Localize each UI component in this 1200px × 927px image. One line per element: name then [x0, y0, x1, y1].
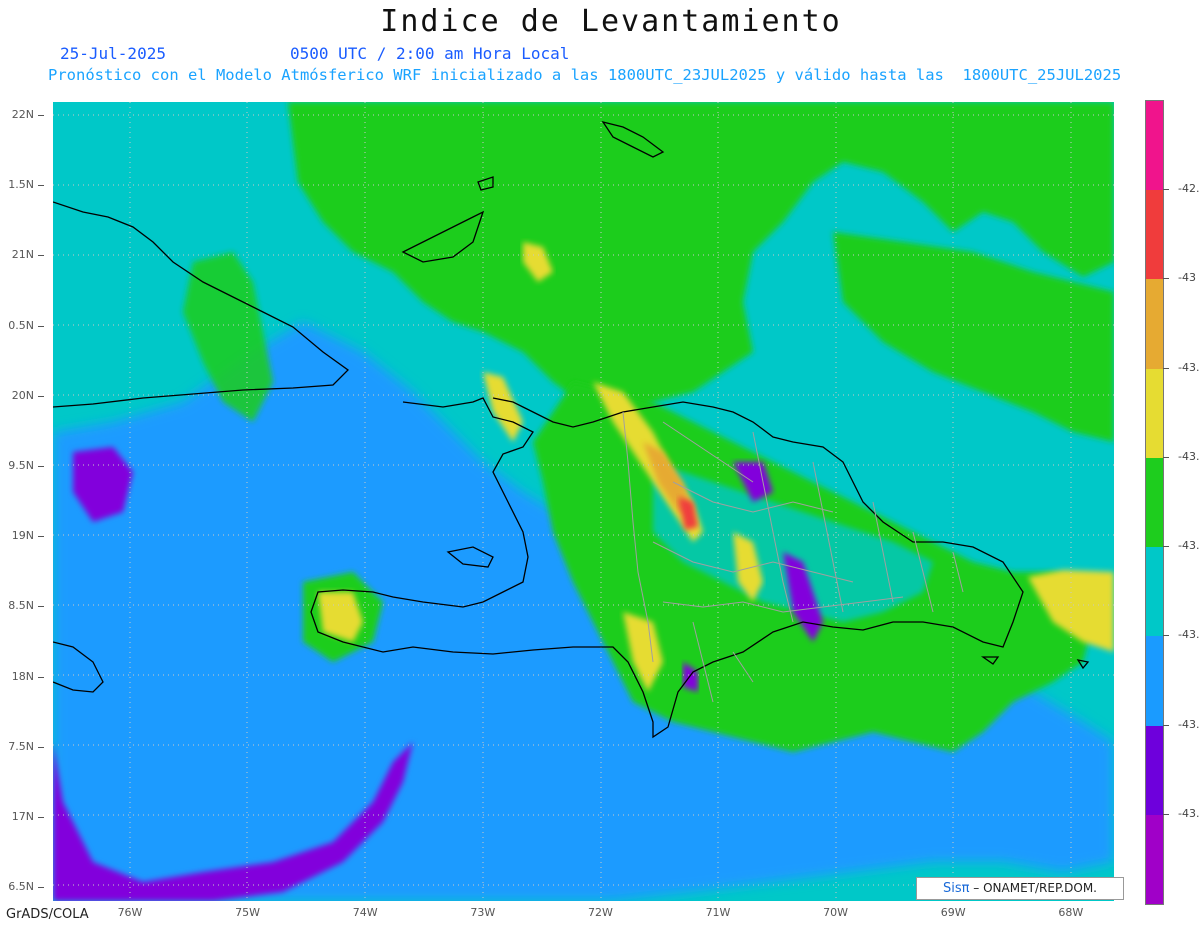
colorbar-segment: [1146, 725, 1163, 815]
colorbar-label: -43.6: [1178, 806, 1200, 820]
colorbar-label: -43.5: [1178, 717, 1200, 731]
colorbar-tick: [1163, 724, 1169, 726]
colorbar-tick: [1163, 546, 1169, 548]
colorbar-segment: [1146, 814, 1163, 904]
lat-tick: [38, 817, 44, 818]
colorbar-label: -43.1: [1178, 360, 1200, 374]
map-field-svg: [53, 102, 1114, 901]
lat-label: 7.5N: [8, 739, 34, 753]
lon-label: 72W: [587, 906, 613, 919]
colorbar-segment: [1146, 279, 1163, 369]
colorbar-tick: [1163, 278, 1169, 280]
lat-tick: [38, 325, 44, 327]
lat-label: 0.5N: [8, 318, 34, 332]
lon-label: 69W: [940, 906, 966, 919]
colorbar-segment: [1146, 547, 1163, 637]
colorbar-segment: [1146, 190, 1163, 280]
lat-tick: [38, 395, 44, 397]
colorbar-segment: [1146, 457, 1163, 548]
lon-label: 68W: [1058, 906, 1084, 919]
lon-label: 70W: [823, 906, 849, 919]
lat-label: 18N: [11, 669, 34, 683]
lat-label: 20N: [11, 388, 34, 402]
lat-label: 9.5N: [8, 459, 34, 472]
lat-label: 22N: [11, 108, 34, 121]
forecast-date: 25-Jul-2025: [60, 44, 166, 63]
credit-text: – ONAMET/REP.DOM.: [973, 881, 1097, 895]
colorbar-tick: [1163, 189, 1169, 191]
colorbar-tick: [1163, 367, 1169, 369]
colorbar-segment: [1146, 368, 1163, 458]
map-title: Indice de Levantamiento: [380, 4, 842, 39]
colorbar-label: -43.2: [1178, 449, 1200, 463]
colorbar-segment: [1146, 636, 1163, 726]
lat-label: 21N: [11, 248, 34, 262]
lat-tick: [38, 185, 44, 187]
forecast-subtitle: Pronóstico con el Modelo Atmósferico WRF…: [48, 66, 1122, 84]
lat-label: 17N: [11, 810, 34, 823]
credit-sis: Sisπ: [942, 881, 970, 896]
lat-tick: [38, 115, 44, 116]
colorbar-label: -43: [1178, 271, 1196, 285]
lon-label: 71W: [705, 906, 731, 919]
lat-tick: [38, 606, 44, 608]
lat-tick: [38, 466, 44, 467]
forecast-time: 0500 UTC / 2:00 am Hora Local: [290, 44, 570, 63]
lon-label: 75W: [235, 906, 261, 919]
colorbar-label: -42.9: [1178, 182, 1200, 196]
colorbar-tick: [1163, 813, 1169, 815]
colorbar: [1145, 100, 1164, 905]
colorbar-segment: [1146, 101, 1163, 191]
lat-tick: [38, 255, 44, 257]
lon-label: 76W: [117, 906, 143, 919]
lat-tick: [38, 676, 44, 678]
lifted-index-map: [53, 102, 1114, 901]
lat-label: 1.5N: [8, 178, 34, 192]
lon-label: 74W: [352, 906, 378, 919]
colorbar-label: -43.3: [1178, 539, 1200, 553]
lat-tick: [38, 746, 44, 748]
lat-tick: [38, 536, 44, 538]
colorbar-tick: [1163, 635, 1169, 637]
lat-tick: [38, 887, 44, 889]
lat-label: 19N: [11, 529, 34, 543]
lon-label: 73W: [470, 906, 496, 919]
grads-footer: GrADS/COLA: [6, 907, 89, 922]
lat-label: 6.5N: [8, 880, 34, 894]
credit-box: Sisπ – ONAMET/REP.DOM.: [916, 877, 1124, 900]
colorbar-label: -43.4: [1178, 628, 1200, 642]
colorbar-tick: [1163, 456, 1169, 458]
lat-label: 8.5N: [8, 599, 34, 613]
